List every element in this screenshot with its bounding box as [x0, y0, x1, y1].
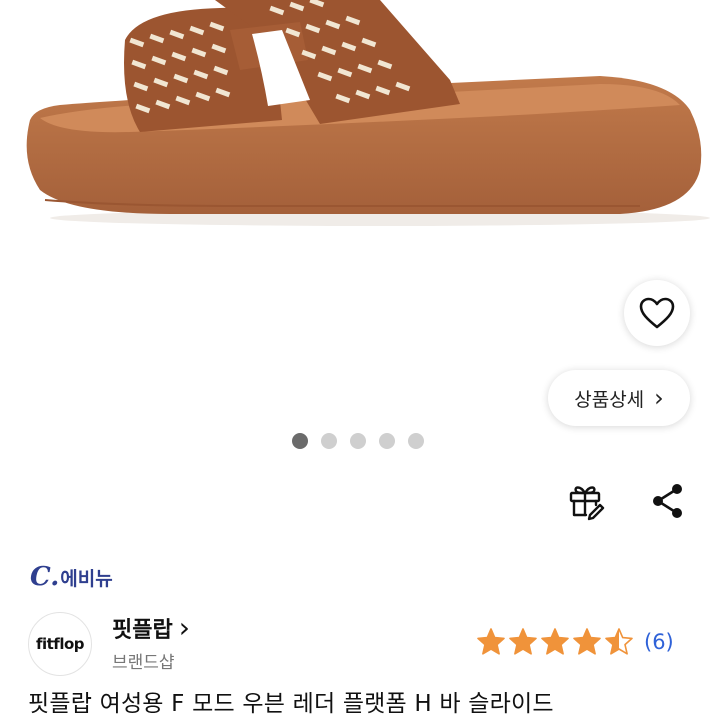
brand-logo-text: fitflop	[35, 635, 85, 653]
brand-link[interactable]: 핏플랍 ›	[112, 612, 190, 644]
carousel-dot[interactable]	[321, 433, 337, 449]
carousel-dot[interactable]	[350, 433, 366, 449]
share-icon[interactable]	[648, 481, 688, 521]
star-icon	[541, 628, 569, 655]
product-detail-label: 상품상세	[574, 388, 645, 411]
product-image[interactable]	[0, 0, 720, 280]
brand-subtitle: 브랜드샵	[112, 653, 175, 673]
seller-logo[interactable]: C. 에비뉴	[30, 562, 113, 594]
carousel-dot[interactable]	[379, 433, 395, 449]
carousel-dot[interactable]	[292, 433, 308, 449]
review-count[interactable]: (6)	[644, 630, 674, 654]
chevron-right-icon: ›	[178, 611, 190, 644]
star-icon	[477, 628, 505, 655]
seller-logo-mark: C.	[30, 562, 60, 592]
seller-name: 에비뉴	[60, 568, 113, 590]
star-icon	[605, 628, 633, 655]
wishlist-button[interactable]	[624, 280, 690, 346]
carousel-dot[interactable]	[408, 433, 424, 449]
gift-icon[interactable]	[566, 481, 606, 521]
brand-logo[interactable]: fitflop	[28, 612, 92, 676]
star-rating	[476, 627, 634, 657]
heart-icon	[639, 297, 675, 329]
carousel-indicator[interactable]	[292, 433, 424, 449]
product-title: 핏플랍 여성용 F 모드 우븐 레더 플랫폼 H 바 슬라이드	[28, 691, 554, 717]
chevron-right-icon: ›	[654, 384, 664, 412]
rating[interactable]: (6)	[476, 627, 674, 657]
star-icon	[509, 628, 537, 655]
product-detail-button[interactable]: 상품상세 ›	[548, 370, 690, 426]
brand-name: 핏플랍	[112, 618, 173, 643]
star-icon	[573, 628, 601, 655]
sandal-illustration	[26, 0, 710, 226]
